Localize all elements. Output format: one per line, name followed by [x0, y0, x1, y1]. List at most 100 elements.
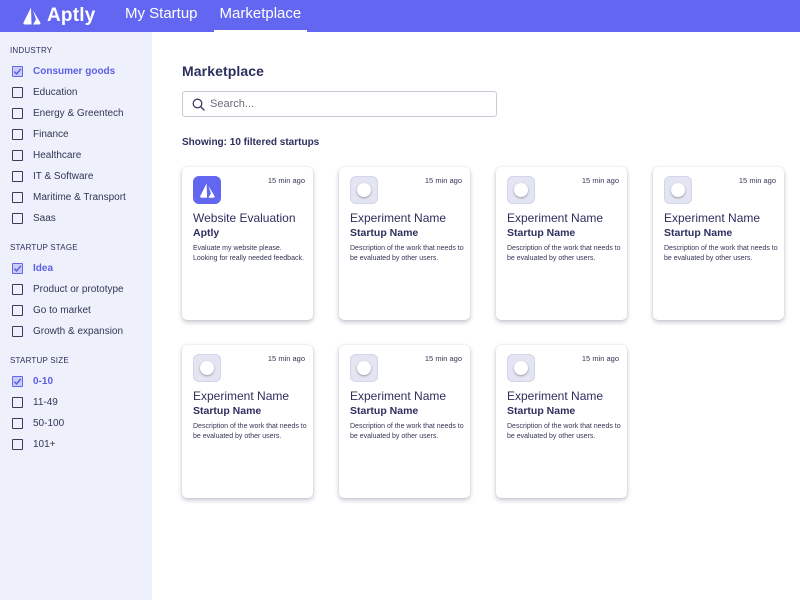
card-description: Description of the work that needs to be… — [350, 423, 464, 440]
filter-saas[interactable]: Saas — [0, 208, 152, 229]
placeholder-icon — [350, 354, 378, 382]
card-description: Evaluate my website please. Looking for … — [193, 245, 304, 262]
card-timestamp: 15 min ago — [424, 354, 462, 363]
checkbox[interactable] — [12, 418, 23, 429]
filter-energy-greentech[interactable]: Energy & Greentech — [0, 103, 152, 124]
placeholder-icon — [193, 354, 221, 382]
filter-label: Maritime & Transport — [33, 192, 126, 203]
aptly-logo-icon — [199, 182, 215, 198]
card-description: Description of the work that needs to be… — [507, 423, 621, 440]
main-nav: My Startup Marketplace — [119, 0, 317, 32]
card-subtitle: Startup Name — [507, 405, 576, 417]
checkbox[interactable] — [12, 129, 23, 140]
filter-label: Idea — [33, 263, 54, 274]
checkbox[interactable] — [12, 397, 23, 408]
filter-group-title: INDUSTRY — [10, 46, 53, 55]
filter-group-industry: INDUSTRY Consumer goods Education Energy… — [0, 46, 152, 229]
startup-card[interactable]: 15 min ago Experiment Name Startup Name … — [339, 167, 470, 320]
checkbox[interactable] — [12, 192, 23, 203]
nav-my-startup[interactable]: My Startup — [119, 0, 204, 32]
filter-growth-expansion[interactable]: Growth & expansion — [0, 321, 152, 342]
filter-group-title: STARTUP STAGE — [10, 243, 78, 252]
filter-maritime-transport[interactable]: Maritime & Transport — [0, 187, 152, 208]
card-timestamp: 15 min ago — [738, 176, 776, 185]
filter-sidebar: INDUSTRY Consumer goods Education Energy… — [0, 32, 152, 600]
filter-label: IT & Software — [33, 171, 94, 182]
checkbox[interactable] — [12, 305, 23, 316]
filter-label: 50-100 — [33, 418, 65, 429]
startup-card[interactable]: 15 min ago Experiment Name Startup Name … — [496, 345, 627, 498]
card-description: Description of the work that needs to be… — [193, 423, 307, 440]
checkbox[interactable] — [12, 326, 23, 337]
checkbox[interactable] — [12, 439, 23, 450]
card-timestamp: 15 min ago — [267, 354, 305, 363]
startup-card[interactable]: 15 min ago Experiment Name Startup Name … — [339, 345, 470, 498]
checkbox[interactable] — [12, 87, 23, 98]
checkbox[interactable] — [12, 213, 23, 224]
card-description: Description of the work that needs to be… — [507, 245, 621, 262]
startup-card[interactable]: 15 min ago Experiment Name Startup Name … — [182, 345, 313, 498]
card-title: Experiment Name — [507, 389, 604, 403]
checkbox[interactable] — [12, 171, 23, 182]
check-icon — [13, 265, 22, 273]
main-content: Marketplace Showing: 10 filtered startup… — [152, 32, 800, 600]
results-count: Showing: 10 filtered startups — [182, 137, 320, 148]
startup-card[interactable]: 15 min ago Experiment Name Startup Name … — [496, 167, 627, 320]
brand-logo[interactable]: Aptly — [22, 5, 119, 27]
card-timestamp: 15 min ago — [581, 354, 619, 363]
filter-it-software[interactable]: IT & Software — [0, 166, 152, 187]
card-timestamp: 15 min ago — [581, 176, 619, 185]
checkbox-checked[interactable] — [12, 376, 23, 387]
checkbox[interactable] — [12, 284, 23, 295]
checkbox[interactable] — [12, 150, 23, 161]
card-subtitle: Startup Name — [664, 227, 733, 239]
startup-card[interactable]: 15 min ago Website Evaluation Aptly Eval… — [182, 167, 313, 320]
card-title: Experiment Name — [350, 211, 447, 225]
startup-card[interactable]: 15 min ago Experiment Name Startup Name … — [653, 167, 784, 320]
filter-idea[interactable]: Idea — [0, 258, 152, 279]
card-title: Experiment Name — [350, 389, 447, 403]
filter-label: Education — [33, 87, 78, 98]
card-description: Description of the work that needs to be… — [664, 245, 778, 262]
search-input[interactable] — [210, 98, 480, 110]
card-subtitle: Startup Name — [350, 227, 419, 239]
filter-go-to-market[interactable]: Go to market — [0, 300, 152, 321]
filter-label: 101+ — [33, 439, 56, 450]
filter-label: Growth & expansion — [33, 326, 124, 337]
card-avatar — [193, 176, 221, 204]
placeholder-icon — [350, 176, 378, 204]
filter-consumer-goods[interactable]: Consumer goods — [0, 61, 152, 82]
filter-size-0-10[interactable]: 0-10 — [0, 371, 152, 392]
filter-product-prototype[interactable]: Product or prototype — [0, 279, 152, 300]
filter-label: Energy & Greentech — [33, 108, 124, 119]
placeholder-icon — [664, 176, 692, 204]
card-timestamp: 15 min ago — [267, 176, 305, 185]
placeholder-icon — [507, 354, 535, 382]
filter-group-title: STARTUP SIZE — [10, 356, 69, 365]
filter-education[interactable]: Education — [0, 82, 152, 103]
card-title: Website Evaluation — [193, 211, 296, 225]
card-timestamp: 15 min ago — [424, 176, 462, 185]
card-title: Experiment Name — [507, 211, 604, 225]
filter-size-101-plus[interactable]: 101+ — [0, 434, 152, 455]
filter-group-stage: STARTUP STAGE Idea Product or prototype … — [0, 243, 152, 342]
top-bar: Aptly My Startup Marketplace — [0, 0, 800, 32]
card-subtitle: Startup Name — [350, 405, 419, 417]
filter-size-50-100[interactable]: 50-100 — [0, 413, 152, 434]
filter-label: Finance — [33, 129, 69, 140]
search-icon — [192, 98, 205, 111]
nav-marketplace[interactable]: Marketplace — [213, 0, 308, 32]
check-icon — [13, 68, 22, 76]
card-subtitle: Aptly — [193, 227, 220, 239]
checkbox[interactable] — [12, 108, 23, 119]
search-box[interactable] — [182, 91, 497, 117]
filter-healthcare[interactable]: Healthcare — [0, 145, 152, 166]
checkbox-checked[interactable] — [12, 66, 23, 77]
filter-label: 0-10 — [33, 376, 54, 387]
card-description: Description of the work that needs to be… — [350, 245, 464, 262]
filter-group-size: STARTUP SIZE 0-10 11-49 50-100 101+ — [0, 356, 152, 455]
checkbox-checked[interactable] — [12, 263, 23, 274]
filter-label: Consumer goods — [33, 66, 116, 77]
filter-size-11-49[interactable]: 11-49 — [0, 392, 152, 413]
filter-finance[interactable]: Finance — [0, 124, 152, 145]
